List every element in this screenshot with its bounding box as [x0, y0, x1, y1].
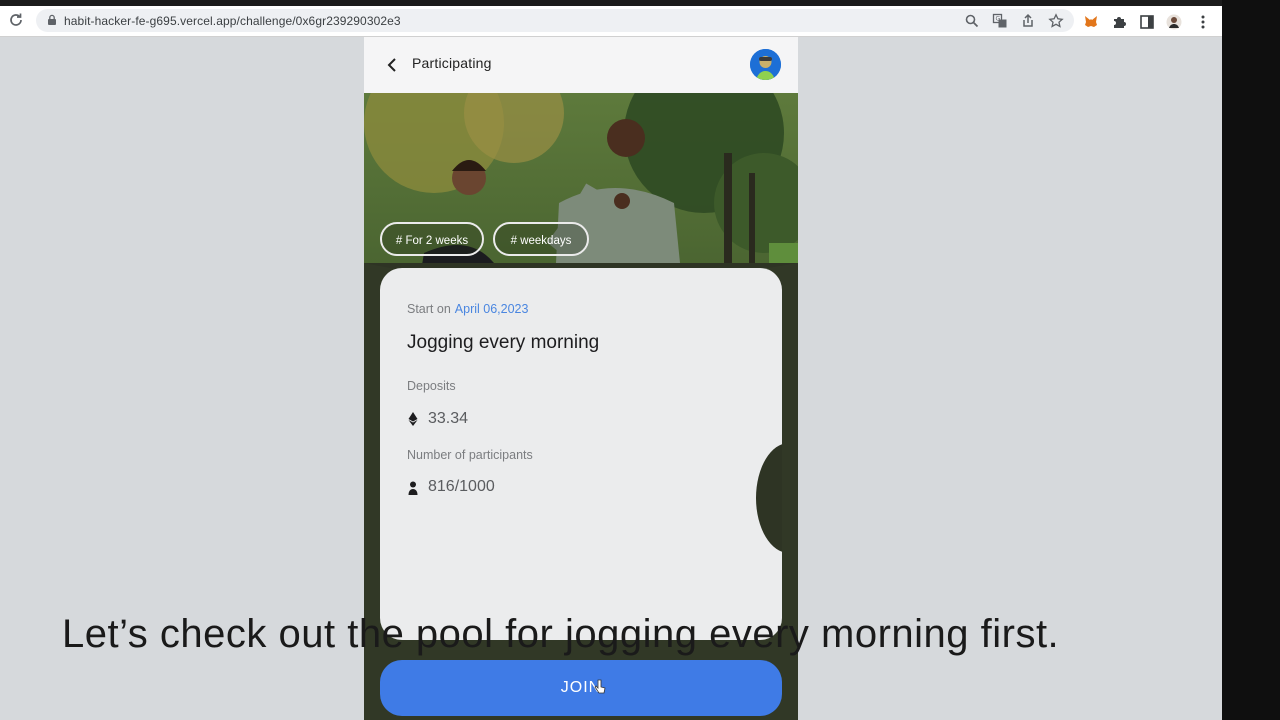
participants-value: 816/1000	[428, 478, 495, 495]
address-bar[interactable]: habit-hacker-fe-g695.vercel.app/challeng…	[36, 9, 1074, 32]
tag-duration: # For 2 weeks	[380, 222, 484, 256]
start-line: Start on April 06,2023	[407, 302, 528, 316]
deposits-value: 33.34	[428, 410, 469, 427]
chevron-left-icon[interactable]	[384, 55, 400, 75]
more-icon[interactable]	[1195, 14, 1211, 30]
star-icon[interactable]	[1048, 13, 1064, 29]
reload-icon[interactable]	[8, 12, 24, 28]
ethereum-icon	[408, 412, 418, 426]
share-icon[interactable]	[1020, 13, 1036, 29]
browser-toolbar: habit-hacker-fe-g695.vercel.app/challeng…	[0, 6, 1222, 37]
start-date: April 06,2023	[454, 302, 529, 316]
user-avatar-icon	[750, 49, 781, 80]
join-button[interactable]: JOIN	[380, 660, 782, 716]
avatar[interactable]	[750, 49, 781, 80]
start-label: Start on	[407, 302, 451, 316]
tag-schedule: # weekdays	[493, 222, 589, 256]
translate-icon[interactable]: G	[992, 13, 1008, 29]
url-text[interactable]: habit-hacker-fe-g695.vercel.app/challeng…	[64, 14, 401, 28]
pointer-cursor-icon	[594, 679, 606, 694]
app-header: Participating	[364, 37, 798, 93]
lock-icon[interactable]	[46, 14, 58, 26]
puzzle-extension-icon[interactable]	[1111, 14, 1127, 30]
card-notch	[756, 443, 782, 553]
svg-text:G: G	[996, 16, 1001, 23]
page-title: Participating	[412, 55, 492, 71]
metamask-fox-icon[interactable]	[1083, 14, 1099, 30]
browser-viewport: habit-hacker-fe-g695.vercel.app/challeng…	[0, 0, 1222, 720]
person-icon	[408, 481, 418, 495]
video-caption: Let’s check out the pool for jogging eve…	[62, 612, 1060, 656]
participants-label: Number of participants	[407, 448, 533, 462]
sidebar-icon[interactable]	[1139, 14, 1155, 30]
profile-icon[interactable]	[1166, 14, 1182, 30]
search-icon[interactable]	[964, 13, 980, 29]
deposits-label: Deposits	[407, 379, 456, 393]
challenge-info-card: Start on April 06,2023 Jogging every morn…	[380, 268, 782, 640]
challenge-title: Jogging every morning	[407, 332, 600, 353]
